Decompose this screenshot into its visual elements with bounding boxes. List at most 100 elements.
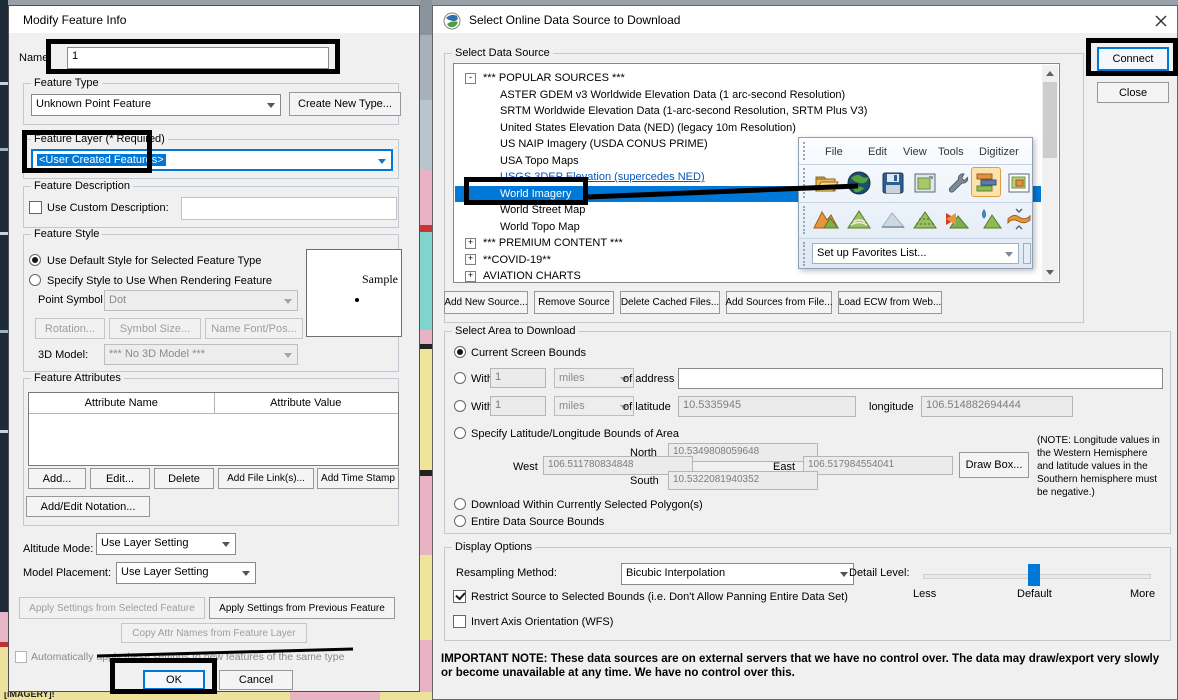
symbol-size-button[interactable]: Symbol Size...	[109, 318, 201, 339]
east-input[interactable]: 106.517984554041	[803, 456, 953, 475]
feature-type-combo[interactable]: Unknown Point Feature	[31, 94, 281, 116]
tree-item-aster-gdem[interactable]: ASTER GDEM v3 Worldwide Elevation Data (…	[455, 87, 1041, 104]
invert-axis-checkbox[interactable]	[453, 615, 466, 628]
point-symbol-combo[interactable]: Dot	[104, 290, 298, 311]
model-placement-combo[interactable]: Use Layer Setting	[116, 562, 256, 584]
expander-minus-icon[interactable]: -	[465, 73, 476, 84]
flatten-terrain-icon[interactable]	[880, 207, 906, 233]
delete-cached-files-button[interactable]: Delete Cached Files...	[620, 291, 720, 314]
attr-edit-button[interactable]: Edit...	[90, 468, 150, 489]
tree-item-popular-sources[interactable]: - *** POPULAR SOURCES ***	[455, 70, 1041, 87]
partial-toolbar-button[interactable]	[1023, 243, 1031, 264]
scroll-down-button[interactable]	[1042, 265, 1058, 281]
custom-description-input[interactable]	[181, 197, 397, 220]
address-input[interactable]	[678, 368, 1163, 389]
attributes-table[interactable]: Attribute Name Attribute Value	[28, 392, 399, 466]
watershed-terrain-icon[interactable]	[976, 207, 1002, 233]
toolbar-grip-handle[interactable]	[803, 206, 805, 234]
attr-add-button[interactable]: Add...	[28, 468, 86, 489]
menu-tools[interactable]: Tools	[938, 146, 964, 158]
apply-settings-previous-button[interactable]: Apply Settings from Previous Feature	[209, 597, 395, 619]
terrain-shader-icon[interactable]	[813, 207, 839, 233]
contour-terrain-icon[interactable]	[846, 207, 872, 233]
within-address-units-combo[interactable]: miles	[554, 368, 634, 388]
within-latlon-units-combo[interactable]: miles	[554, 396, 634, 416]
current-screen-bounds-radio[interactable]	[454, 346, 466, 358]
add-file-links-button[interactable]: Add File Link(s)...	[218, 468, 314, 489]
within-address-radio[interactable]	[454, 372, 466, 384]
name-input[interactable]: 1	[67, 47, 329, 69]
tree-item-srtm[interactable]: SRTM Worldwide Elevation Data (1-arc-sec…	[455, 103, 1041, 120]
viewshed-terrain-icon[interactable]	[944, 207, 970, 233]
tree-item-aviation-charts[interactable]: + AVIATION CHARTS	[455, 268, 1041, 283]
load-ecw-from-web-button[interactable]: Load ECW from Web...	[838, 291, 942, 314]
toolbar-grip-handle[interactable]	[803, 168, 805, 198]
detail-less-label: Less	[913, 588, 936, 600]
toolbar-grip-handle[interactable]	[803, 242, 805, 266]
cancel-button[interactable]: Cancel	[219, 670, 293, 690]
detail-level-slider-handle[interactable]	[1028, 564, 1040, 586]
name-font-pos-button[interactable]: Name Font/Pos...	[205, 318, 303, 339]
ok-button[interactable]: OK	[143, 670, 205, 690]
attribute-name-column-header[interactable]: Attribute Name	[29, 393, 215, 414]
attr-delete-button[interactable]: Delete	[154, 468, 214, 489]
grid-terrain-icon[interactable]	[912, 207, 938, 233]
model-3d-combo[interactable]: *** No 3D Model ***	[104, 344, 298, 365]
remove-source-button[interactable]: Remove Source	[534, 291, 614, 314]
add-sources-from-file-button[interactable]: Add Sources from File...	[726, 291, 832, 314]
menu-digitizer[interactable]: Digitizer	[979, 146, 1019, 158]
altitude-mode-combo[interactable]: Use Layer Setting	[96, 533, 236, 555]
entire-bounds-radio[interactable]	[454, 515, 466, 527]
menu-file[interactable]: File	[825, 146, 843, 158]
tree-scrollbar[interactable]	[1042, 65, 1058, 281]
save-icon[interactable]	[880, 170, 906, 196]
download-polygon-radio[interactable]	[454, 498, 466, 510]
use-default-style-radio[interactable]	[29, 254, 41, 266]
screen-view-icon[interactable]	[912, 170, 938, 196]
attribute-value-column-header[interactable]: Attribute Value	[214, 393, 399, 414]
restrict-source-checkbox[interactable]	[453, 590, 466, 603]
resampling-method-combo[interactable]: Bicubic Interpolation	[621, 563, 854, 585]
copy-attr-names-button[interactable]: Copy Attr Names from Feature Layer	[121, 623, 307, 643]
control-center-icon[interactable]	[971, 167, 1001, 197]
restrict-source-label: Restrict Source to Selected Bounds (i.e.…	[471, 591, 848, 603]
scroll-up-button[interactable]	[1042, 65, 1058, 81]
map-layout-icon[interactable]	[1006, 170, 1032, 196]
feature-layer-combo[interactable]: <User Created Features>	[31, 149, 393, 171]
draw-box-button[interactable]: Draw Box...	[959, 452, 1029, 478]
tree-item-us-ned[interactable]: United States Elevation Data (NED) (lega…	[455, 120, 1041, 137]
add-new-source-button[interactable]: Add New Source...	[444, 291, 528, 314]
close-icon[interactable]	[1155, 15, 1167, 27]
menu-edit[interactable]: Edit	[868, 146, 887, 158]
add-edit-notation-button[interactable]: Add/Edit Notation...	[26, 496, 150, 517]
specify-bounds-radio[interactable]	[454, 427, 466, 439]
rotation-button[interactable]: Rotation...	[35, 318, 105, 339]
create-new-type-button[interactable]: Create New Type...	[289, 92, 401, 116]
toolbar-row-2	[799, 202, 1032, 239]
within-address-distance-input[interactable]: 1	[490, 368, 546, 388]
specify-style-radio[interactable]	[29, 274, 41, 286]
favorites-combo[interactable]: Set up Favorites List...	[812, 243, 1019, 264]
expander-plus-icon[interactable]: +	[465, 254, 476, 265]
toolbar-grip-handle[interactable]	[803, 142, 805, 160]
path-profile-icon[interactable]	[1006, 207, 1032, 233]
add-time-stamp-button[interactable]: Add Time Stamp	[317, 468, 399, 489]
within-latlon-radio[interactable]	[454, 400, 466, 412]
south-input[interactable]: 10.5322081940352	[668, 471, 818, 490]
close-button[interactable]: Close	[1097, 82, 1169, 103]
scrollbar-thumb[interactable]	[1043, 82, 1057, 158]
latitude-input[interactable]: 10.5335945	[678, 396, 856, 417]
longitude-input[interactable]: 106.514882694444	[921, 396, 1073, 417]
connect-button[interactable]: Connect	[1097, 47, 1169, 71]
menu-view[interactable]: View	[903, 146, 927, 158]
expander-plus-icon[interactable]: +	[465, 238, 476, 249]
expander-plus-icon[interactable]: +	[465, 271, 476, 282]
name-label: Name:	[19, 52, 51, 64]
globe-icon[interactable]	[846, 170, 872, 196]
auto-apply-checkbox[interactable]	[15, 651, 27, 663]
tools-wrench-icon[interactable]	[944, 170, 970, 196]
open-folder-icon[interactable]	[813, 170, 839, 196]
apply-settings-selected-button[interactable]: Apply Settings from Selected Feature	[19, 597, 205, 619]
use-custom-description-checkbox[interactable]	[29, 201, 42, 214]
within-latlon-distance-input[interactable]: 1	[490, 396, 546, 416]
